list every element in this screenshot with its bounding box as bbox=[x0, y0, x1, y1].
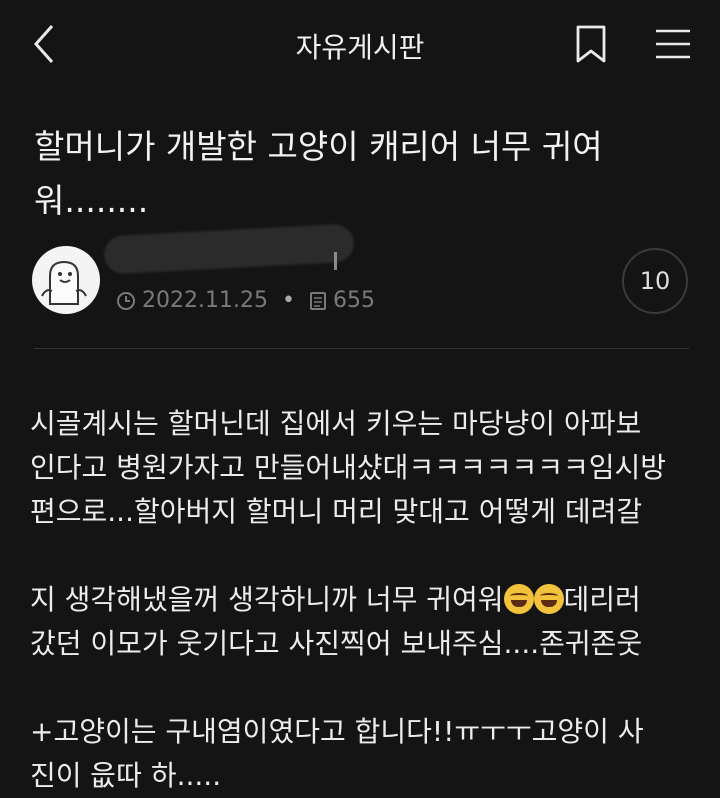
laughing-emoji-icon bbox=[533, 584, 564, 614]
bookmark-icon[interactable] bbox=[574, 24, 608, 64]
body-line-text: 데리러 bbox=[563, 583, 641, 616]
author-row: 2022.11.25 • 655 10 bbox=[0, 223, 720, 338]
body-line-with-emoji: 지 생각해냈을꺼 생각하니까 너무 귀여워 데리러 bbox=[30, 534, 695, 622]
body-line: +고양이는 구내염이였다고 합니다!!ㅠㅜㅜ고양이 사 bbox=[30, 715, 644, 748]
top-bar: 자유게시판 bbox=[0, 0, 720, 88]
body-line: 진이 읎따 하..... bbox=[30, 759, 222, 792]
body-line: 편으로...할아버지 할머니 머리 맞대고 어떻게 데려갈 bbox=[30, 495, 643, 528]
post-body: 시골계시는 할머닌데 집에서 키우는 마당냥이 아파보 인다고 병원가자고 만들… bbox=[30, 402, 695, 798]
laughing-emoji-icon bbox=[503, 584, 534, 614]
view-count-icon bbox=[309, 291, 326, 310]
post-date: 2022.11.25 bbox=[142, 288, 268, 313]
page-title: 자유게시판 bbox=[295, 31, 425, 64]
body-line: 갔던 이모가 웃기다고 사진찍어 보내주심....존귀존웃 bbox=[30, 627, 643, 660]
avatar[interactable] bbox=[32, 246, 100, 314]
view-count: 655 bbox=[332, 288, 375, 313]
redacted-author-name bbox=[103, 223, 355, 275]
redacted-mark bbox=[334, 252, 337, 270]
meta-separator: • bbox=[281, 288, 295, 313]
body-line-text: 지 생각해냈을꺼 생각하니까 너무 귀여워 bbox=[30, 583, 504, 616]
body-line: 시골계시는 할머닌데 집에서 키우는 마당냥이 아파보 bbox=[30, 407, 642, 440]
body-line: 인다고 병원가자고 만들어내샸대ㅋㅋㅋㅋㅋㅋㅋ임시방 bbox=[30, 451, 667, 484]
post-title: 할머니가 개발한 고양이 캐리어 너무 귀여워........ bbox=[34, 127, 603, 220]
menu-icon[interactable] bbox=[654, 26, 692, 62]
avatar-character-icon bbox=[41, 260, 87, 305]
divider bbox=[34, 348, 689, 349]
comment-count-button[interactable]: 10 bbox=[622, 248, 688, 314]
post-meta: 2022.11.25 • 655 bbox=[116, 288, 375, 313]
clock-icon bbox=[117, 291, 135, 310]
